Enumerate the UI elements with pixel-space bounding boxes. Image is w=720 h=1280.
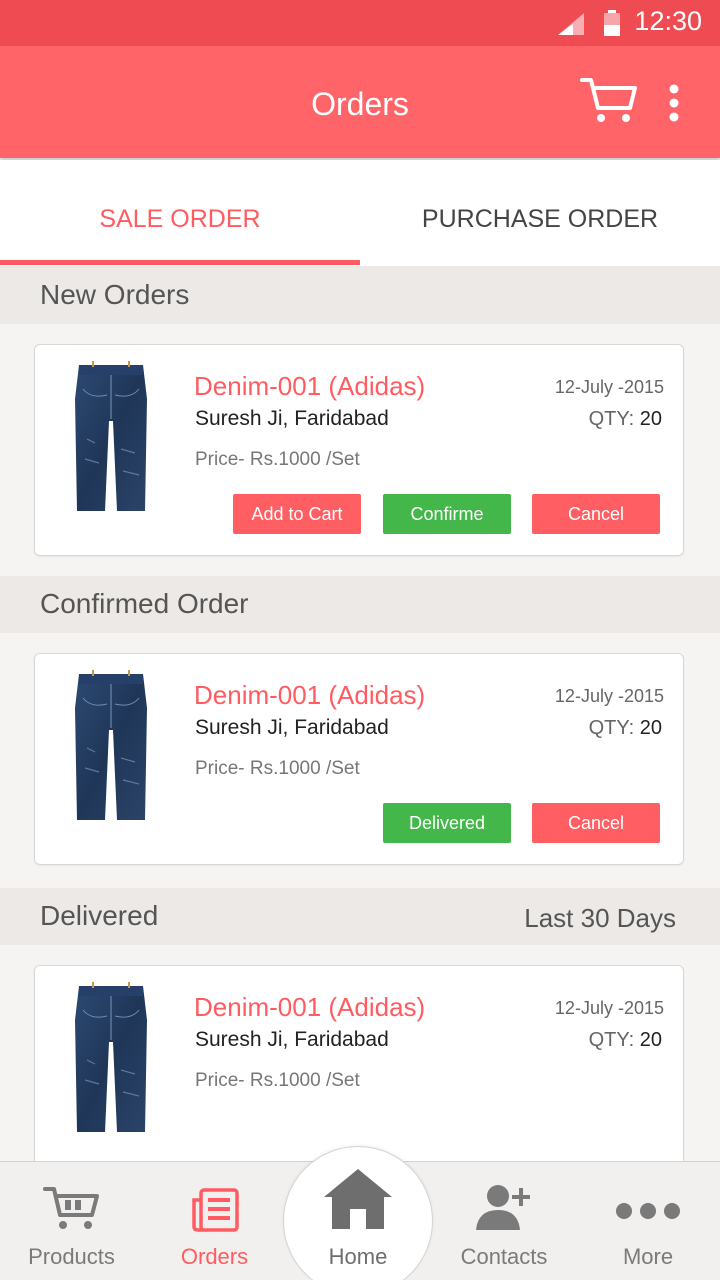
cancel-button[interactable]: Cancel: [532, 803, 660, 843]
section-title: Confirmed Order: [40, 588, 249, 619]
nav-contacts[interactable]: Contacts: [432, 1162, 576, 1280]
orders-icon: [191, 1188, 239, 1232]
order-tabs: SALE ORDER PURCHASE ORDER: [0, 160, 720, 266]
jeans-image: [74, 981, 148, 1133]
nav-label: Contacts: [460, 1244, 548, 1269]
nav-label: Home: [328, 1244, 388, 1269]
status-bar: 12:30: [0, 0, 720, 46]
more-icon: [616, 1203, 680, 1219]
app-bar: Orders: [0, 46, 720, 158]
add-contact-icon: [476, 1185, 530, 1230]
order-date: 12-July -2015: [554, 998, 664, 1018]
customer-name: Suresh Ji, Faridabad: [195, 407, 389, 430]
section-title: New Orders: [40, 279, 190, 310]
cancel-button[interactable]: Cancel: [532, 494, 660, 534]
nav-label: Orders: [180, 1244, 249, 1269]
order-date: 12-July -2015: [554, 377, 664, 397]
qty-label: QTY:: [588, 408, 635, 430]
section-confirmed-order: Confirmed Order: [0, 576, 720, 633]
delivered-button[interactable]: Delivered: [383, 803, 511, 843]
nav-label: More: [622, 1244, 674, 1269]
customer-name: Suresh Ji, Faridabad: [195, 716, 389, 739]
section-delivered: Delivered Last 30 Days: [0, 888, 720, 945]
quantity: QTY: 20: [589, 717, 662, 740]
section-title: Delivered: [40, 900, 159, 931]
date-filter[interactable]: Last 30 Days: [524, 903, 676, 934]
nav-orders[interactable]: Orders: [143, 1162, 286, 1280]
product-name: Denim-001 (Adidas): [194, 680, 426, 710]
home-icon: [324, 1169, 392, 1229]
price: Price- Rs.1000 /Set: [195, 1070, 360, 1091]
overflow-menu-icon[interactable]: [662, 84, 686, 122]
jeans-image: [74, 360, 148, 512]
qty-label: QTY:: [588, 717, 635, 739]
price: Price- Rs.1000 /Set: [195, 449, 360, 470]
status-time: 12:30: [634, 6, 702, 36]
qty-value: 20: [639, 717, 662, 739]
price: Price- Rs.1000 /Set: [195, 758, 360, 779]
quantity: QTY: 20: [589, 408, 662, 431]
order-date: 12-July -2015: [554, 686, 664, 706]
nav-products[interactable]: Products: [0, 1162, 143, 1280]
nav-more[interactable]: More: [576, 1162, 720, 1280]
product-name: Denim-001 (Adidas): [194, 992, 426, 1022]
order-card[interactable]: Denim-001 (Adidas) Suresh Ji, Faridabad …: [34, 653, 684, 865]
section-new-orders: New Orders: [0, 266, 720, 324]
jeans-image: [74, 669, 148, 821]
customer-name: Suresh Ji, Faridabad: [195, 1028, 389, 1051]
signal-icon: [558, 13, 584, 35]
qty-value: 20: [639, 408, 662, 430]
tab-indicator: [0, 260, 360, 265]
qty-label: QTY:: [588, 1029, 635, 1051]
confirm-button[interactable]: Confirme: [383, 494, 511, 534]
cart-icon: [42, 1187, 99, 1229]
tab-sale-order[interactable]: SALE ORDER: [0, 160, 360, 266]
tab-purchase-order[interactable]: PURCHASE ORDER: [360, 160, 720, 266]
quantity: QTY: 20: [589, 1029, 662, 1052]
add-to-cart-button[interactable]: Add to Cart: [233, 494, 361, 534]
cart-icon[interactable]: [580, 74, 638, 126]
product-name: Denim-001 (Adidas): [194, 371, 426, 401]
qty-value: 20: [639, 1029, 662, 1051]
nav-label: Products: [28, 1244, 115, 1269]
battery-icon: [604, 10, 620, 36]
order-card[interactable]: Denim-001 (Adidas) Suresh Ji, Faridabad …: [34, 344, 684, 556]
